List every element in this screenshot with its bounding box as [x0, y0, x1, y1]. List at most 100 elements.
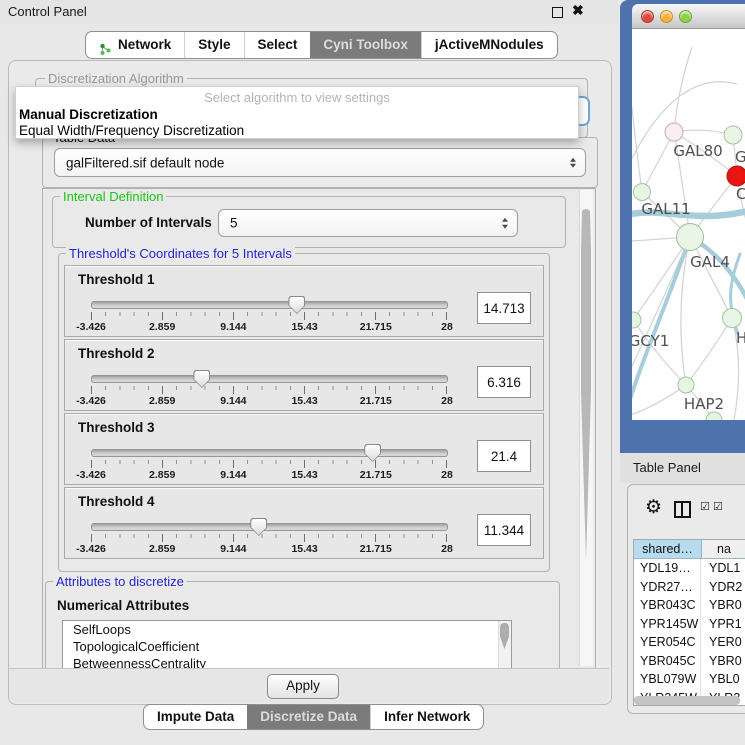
table-panel-title: Table Panel — [633, 460, 701, 475]
vertical-scrollbar[interactable] — [579, 190, 593, 666]
network-icon — [99, 39, 112, 52]
network-window-titlebar[interactable] — [632, 4, 745, 29]
control-panel-titlebar: Control Panel ✖ — [0, 0, 618, 24]
table-row[interactable]: YBR043CYBR0 — [634, 596, 745, 615]
threshold-4-panel: Threshold 4 -3.426 2.859 9.144 15.43 21.… — [64, 487, 544, 559]
algorithm-dropdown-popup: Select algorithm to view settings Manual… — [15, 86, 579, 139]
horizontal-scrollbar[interactable] — [634, 696, 740, 705]
slider-track[interactable] — [91, 449, 448, 457]
bottom-tabbar: Impute Data Discretize Data Infer Networ… — [143, 704, 484, 730]
table-data-combobox[interactable]: galFiltered.sif default node — [54, 148, 586, 177]
scrollbar-thumb[interactable] — [581, 209, 591, 561]
numerical-attributes-label: Numerical Attributes — [57, 598, 189, 613]
threshold-1-value-field[interactable] — [477, 292, 531, 324]
table-row[interactable]: YDL19…YDL1 — [634, 559, 745, 578]
application-window: Control Panel ✖ Network Style Select Cyn… — [0, 0, 745, 745]
gear-icon[interactable]: ⚙ — [645, 498, 662, 517]
node-gal11[interactable] — [634, 184, 651, 201]
split-columns-icon[interactable] — [674, 501, 691, 518]
checkbox-icon[interactable]: ☑ — [700, 502, 710, 513]
slider-track[interactable] — [91, 301, 448, 309]
tab-select[interactable]: Select — [244, 32, 311, 58]
tab-jactivemnodules[interactable]: jActiveMNodules — [421, 32, 557, 58]
threshold-2-label: Threshold 2 — [78, 346, 155, 361]
tab-impute-data[interactable]: Impute Data — [144, 705, 247, 729]
node-label: GCY1 — [632, 332, 669, 350]
numerical-attributes-list[interactable]: SelfLoops TopologicalCoefficient Between… — [62, 620, 512, 669]
table-panel: ⚙ ☑ ☑ shared… na YDL19…YDL1 YDR27…YDR2 Y… — [627, 484, 745, 714]
table-row[interactable]: YBR045CYBR0 — [634, 652, 745, 671]
minimize-traffic-light-icon[interactable] — [660, 10, 673, 23]
list-item[interactable]: SelfLoops — [63, 621, 511, 638]
tab-network[interactable]: Network — [86, 32, 184, 58]
intervals-value: 5 — [230, 216, 238, 231]
threshold-3-value-field[interactable] — [477, 440, 531, 472]
tab-cyni-toolbox[interactable]: Cyni Toolbox — [310, 32, 421, 58]
tab-infer-network[interactable]: Infer Network — [370, 705, 483, 729]
threshold-4-slider[interactable]: -3.426 2.859 9.144 15.43 21.715 28 — [91, 518, 447, 554]
node-gcy1[interactable] — [632, 312, 641, 328]
node-gal80[interactable] — [665, 123, 683, 141]
table-row[interactable]: YDR27…YDR2 — [634, 578, 745, 597]
tab-network-label: Network — [118, 32, 171, 58]
float-window-icon[interactable] — [552, 7, 563, 18]
threshold-4-label: Threshold 4 — [78, 494, 155, 509]
table-panel-titlebar: Table Panel — [620, 453, 745, 483]
node-hap2[interactable] — [678, 377, 694, 393]
threshold-4-value-field[interactable] — [477, 514, 531, 546]
table-row[interactable]: YER054CYER0 — [634, 633, 745, 652]
slider-track[interactable] — [91, 523, 448, 531]
node-top-right[interactable] — [724, 126, 742, 144]
close-icon[interactable]: ✖ — [572, 2, 584, 19]
threshold-2-value-field[interactable] — [477, 366, 531, 398]
number-of-intervals-label: Number of Intervals — [85, 215, 212, 230]
node-gal4[interactable] — [677, 224, 704, 251]
list-scrollbar[interactable] — [498, 621, 511, 668]
thresholds-group-label: Threshold's Coordinates for 5 Intervals — [66, 247, 295, 260]
slider-scale: -3.426 2.859 9.144 15.43 21.715 28 — [91, 321, 447, 332]
node-attribute-table[interactable]: shared… na YDL19…YDL1 YDR27…YDR2 YBR043C… — [633, 539, 745, 706]
network-graph: GAL80 GA GAL11 C GAL4 GCY1 H HAP2 — [632, 29, 745, 420]
table-data-value: galFiltered.sif default node — [66, 155, 224, 170]
slider-scale: -3.426 2.859 9.144 15.43 21.715 28 — [91, 469, 447, 480]
interval-definition-label: Interval Definition — [60, 190, 166, 203]
threshold-2-slider[interactable]: -3.426 2.859 9.144 15.43 21.715 28 — [91, 370, 447, 406]
threshold-1-slider[interactable]: -3.426 2.859 9.144 15.43 21.715 28 — [91, 296, 447, 332]
scrollbar-thumb[interactable] — [500, 623, 509, 649]
slider-ticks — [91, 534, 447, 542]
top-tabbar: Network Style Select Cyni Toolbox jActiv… — [85, 31, 558, 59]
tab-discretize-data[interactable]: Discretize Data — [247, 705, 370, 729]
attributes-group-label: Attributes to discretize — [53, 575, 187, 588]
list-item[interactable]: BetweennessCentrality — [63, 655, 511, 669]
node-h[interactable] — [723, 309, 742, 328]
slider-ticks — [91, 312, 447, 320]
slider-ticks — [91, 460, 447, 468]
threshold-3-label: Threshold 3 — [78, 420, 155, 435]
number-of-intervals-spinner[interactable]: 5 — [218, 209, 518, 237]
node-label: GAL80 — [673, 142, 722, 160]
node-label: GAL11 — [641, 200, 690, 218]
close-traffic-light-icon[interactable] — [641, 10, 654, 23]
tab-style[interactable]: Style — [184, 32, 243, 58]
checkbox-icon[interactable]: ☑ — [713, 502, 723, 513]
slider-scale: -3.426 2.859 9.144 15.43 21.715 28 — [91, 395, 447, 406]
node-label: GA — [735, 148, 745, 166]
dropdown-prompt-item[interactable]: Select algorithm to view settings — [16, 90, 578, 105]
apply-button[interactable]: Apply — [267, 674, 339, 699]
threshold-3-slider[interactable]: -3.426 2.859 9.144 15.43 21.715 28 — [91, 444, 447, 480]
dropdown-option-manual-discretization[interactable]: Manual Discretization — [19, 107, 158, 122]
node-label: HAP2 — [684, 395, 724, 413]
dropdown-option-equal-width[interactable]: Equal Width/Frequency Discretization — [19, 123, 244, 138]
threshold-1-label: Threshold 1 — [78, 272, 155, 287]
column-header-name[interactable]: na — [702, 540, 745, 558]
node-red-selected[interactable] — [727, 166, 745, 186]
slider-track[interactable] — [91, 375, 448, 383]
table-row[interactable]: YBL079WYBL0 — [634, 670, 745, 689]
column-header-shared[interactable]: shared… — [634, 540, 702, 558]
table-row[interactable]: YPR145WYPR1 — [634, 615, 745, 634]
node-label: H — [736, 329, 745, 347]
zoom-traffic-light-icon[interactable] — [679, 10, 692, 23]
node-label: GAL4 — [690, 253, 730, 271]
network-canvas[interactable]: GAL80 GA GAL11 C GAL4 GCY1 H HAP2 — [632, 29, 745, 420]
list-item[interactable]: TopologicalCoefficient — [63, 638, 511, 655]
